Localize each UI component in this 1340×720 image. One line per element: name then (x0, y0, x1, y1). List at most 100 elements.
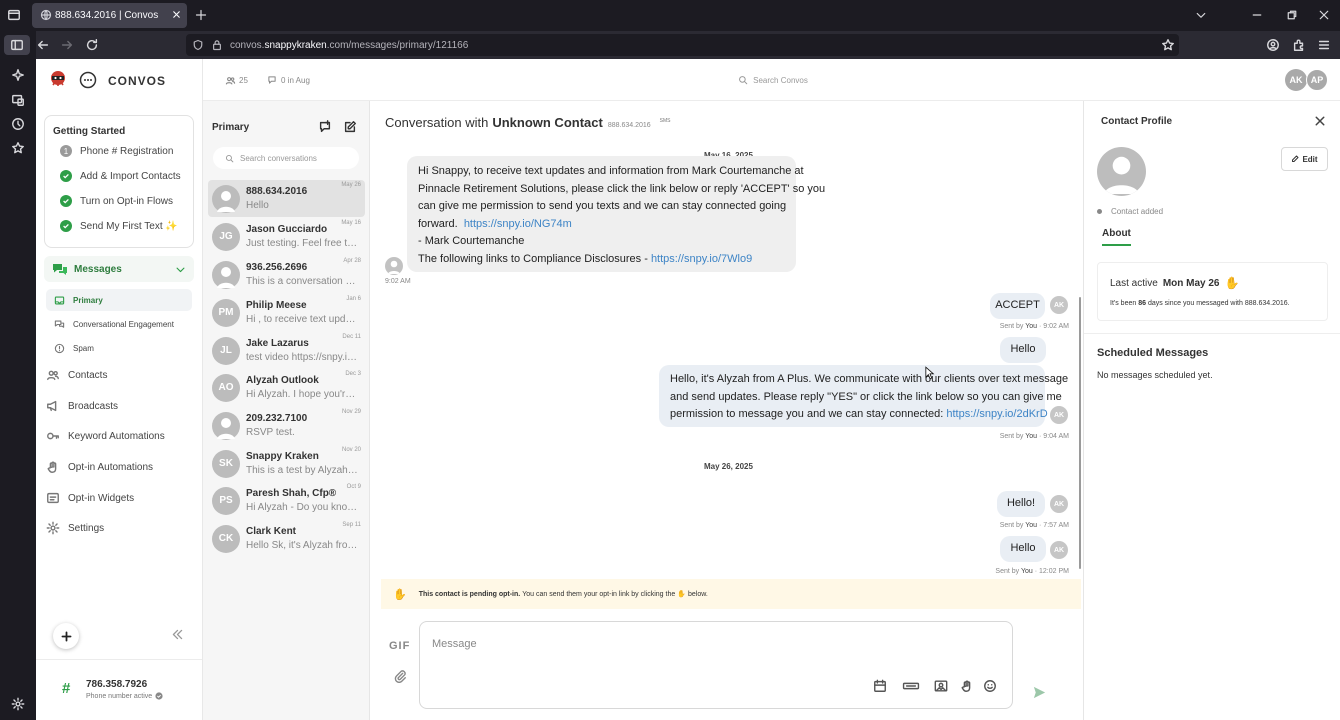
users-icon (225, 77, 236, 85)
chevron-down-icon[interactable] (175, 264, 186, 275)
nav-optin-automations[interactable]: Opt-in Automations (46, 456, 196, 478)
edit-contact-button[interactable]: Edit (1281, 147, 1328, 171)
contact-initials-avatar: PM (212, 298, 240, 327)
optin-hand-icon[interactable] (960, 679, 974, 693)
media-image-icon[interactable] (934, 679, 948, 693)
step-number: 1 (60, 145, 72, 157)
conversation-list: Primary Search conversations 888.634.201… (203, 101, 370, 720)
alert-circle-icon (54, 343, 65, 353)
phone-status-text: Phone number active (86, 692, 153, 700)
maximize-icon[interactable] (1286, 9, 1298, 21)
reload-icon[interactable] (85, 38, 99, 52)
account-icon[interactable] (1266, 38, 1280, 52)
sidebar-toggle-icon[interactable] (4, 35, 30, 55)
conversation-item[interactable]: 936.256.2696 This is a conversation wit..… (208, 256, 365, 293)
app-menu-icon[interactable] (1317, 38, 1331, 52)
nav-broadcasts[interactable]: Broadcasts (46, 395, 196, 417)
conversation-date: Sep 11 (342, 522, 361, 528)
emoji-icon[interactable] (983, 679, 997, 693)
conversation-item[interactable]: JG Jason Gucciardo Just testing. Feel free… (208, 218, 365, 255)
address-bar[interactable]: convos.snappykraken.com/messages/primary… (186, 34, 1179, 56)
history-icon[interactable] (11, 117, 25, 131)
phone-number-panel[interactable]: # 786.358.7926 Phone number active (36, 659, 202, 720)
nav-label: Conversational Engagement (73, 319, 174, 329)
back-arrow-icon[interactable] (36, 38, 50, 52)
nav-primary[interactable]: Primary (46, 289, 192, 311)
sent-by-label: Sent by (995, 568, 1020, 575)
send-button[interactable] (1032, 685, 1047, 700)
extensions-icon[interactable] (1292, 38, 1306, 52)
nav-contacts[interactable]: Contacts (46, 364, 196, 386)
ai-sparkle-icon[interactable] (11, 68, 25, 82)
schedule-calendar-icon[interactable] (873, 679, 887, 693)
conversation-item[interactable]: PM Philip Meese Hi , to receive text updat… (208, 294, 365, 331)
close-window-icon[interactable] (1318, 9, 1330, 21)
tab-list-icon[interactable] (7, 8, 21, 22)
gif-button[interactable]: GIF (389, 640, 410, 652)
message-link[interactable]: https://snpy.io/NG74m (464, 218, 572, 230)
conversation-item[interactable]: 888.634.2016 Hello May 26 (208, 180, 365, 217)
nav-keyword-automations[interactable]: Keyword Automations (46, 425, 196, 447)
nav-conversational-engagement[interactable]: Conversational Engagement (54, 313, 204, 335)
attach-paperclip-icon[interactable] (393, 669, 407, 683)
conversation-item[interactable]: SK Snappy Kraken This is a test by Alyzah.… (208, 445, 365, 482)
bookmark-star-icon[interactable] (1161, 38, 1175, 52)
gs-item-optin-flows[interactable]: Turn on Opt-in Flows (60, 190, 173, 212)
synced-tabs-icon[interactable] (11, 93, 25, 107)
close-profile-icon[interactable] (1314, 115, 1326, 127)
gs-item-first-text[interactable]: Send My First Text ✨ (60, 215, 178, 237)
msg-line: Hi Snappy, to receive text updates and i… (418, 165, 804, 177)
tab-overflow-chevron-icon[interactable] (1195, 9, 1207, 21)
nav-messages[interactable]: Messages (44, 256, 194, 282)
global-search[interactable]: Search Convos (633, 69, 913, 91)
conversation-search[interactable]: Search conversations (213, 147, 359, 169)
customize-sidebar-gear-icon[interactable] (11, 697, 25, 711)
close-tab-icon[interactable] (171, 9, 182, 20)
user-avatar-ap[interactable]: AP (1306, 69, 1328, 91)
collapse-nav-icon[interactable] (171, 628, 184, 641)
chat-scrollbar[interactable] (1079, 297, 1081, 569)
minimize-icon[interactable] (1251, 9, 1263, 21)
new-tab-icon[interactable] (195, 9, 207, 21)
nav-settings[interactable]: Settings (46, 517, 196, 539)
bookmarks-star-icon[interactable] (11, 141, 25, 155)
conversation-preview: test video https://snpy.io/... (246, 352, 358, 363)
browser-tab-bar: 888.634.2016 | Convos (0, 0, 1340, 31)
conversation-item[interactable]: 209.232.7100 RSVP test. Nov 29 (208, 407, 365, 444)
tracking-shield-icon[interactable] (192, 39, 204, 51)
nav-spam[interactable]: Spam (54, 337, 204, 359)
conversation-item[interactable]: PS Paresh Shah, Cfp® Hi Alyzah - Do you kn… (208, 482, 365, 519)
link-shortener-icon[interactable] (902, 679, 920, 693)
brand-logo-icon[interactable] (48, 69, 68, 89)
tab-about[interactable]: About (1102, 228, 1131, 246)
conversation-preview: This is a test by Alyzah. Pl... (246, 465, 358, 476)
contacts-count[interactable]: 25 (225, 75, 248, 86)
lock-icon[interactable] (211, 39, 223, 51)
msg-line: forward. https://snpy.io/NG74m (418, 216, 796, 234)
user-avatar-ak[interactable]: AK (1285, 69, 1307, 91)
sent-by-label: Sent by (999, 433, 1024, 440)
new-group-icon[interactable] (318, 120, 332, 134)
conversation-item[interactable]: JL Jake Lazarus test video https://snpy.io… (208, 332, 365, 369)
messages-count[interactable]: 0 in Aug (267, 75, 310, 85)
app-left-nav: CONVOS Getting Started 1 Phone # Registra… (36, 59, 203, 720)
message-link[interactable]: https://snpy.io/2dKrD (946, 408, 1047, 420)
contact-profile-panel: Contact Profile Edit Contact added About… (1083, 101, 1340, 720)
browser-tab[interactable]: 888.634.2016 | Convos (32, 3, 187, 28)
gs-item-add-contacts[interactable]: Add & Import Contacts (60, 165, 181, 187)
wave-icon: ✋ (1224, 276, 1240, 290)
widget-icon (47, 492, 59, 504)
compose-plus-button[interactable] (53, 623, 79, 649)
conversation-item[interactable]: CK Clark Kent Hello Sk, it's Alyzah from .… (208, 520, 365, 557)
conversation-item[interactable]: AO Alyzah Outlook Hi Alyzah. I hope you're… (208, 369, 365, 406)
conversation-name: 936.256.2696 (246, 262, 308, 273)
contact-name[interactable]: Unknown Contact (492, 115, 603, 130)
msg-line: Pinnacle Retirement Solutions, please cl… (418, 182, 826, 195)
forward-arrow-icon[interactable] (60, 38, 74, 52)
nav-optin-widgets[interactable]: Opt-in Widgets (46, 487, 196, 509)
gs-item-phone-registration[interactable]: 1 Phone # Registration (60, 140, 173, 162)
message-composer[interactable]: Message (419, 621, 1013, 709)
compose-icon[interactable] (343, 120, 357, 134)
incoming-message-bubble: Hi Snappy, to receive text updates and i… (407, 156, 826, 272)
message-link[interactable]: https://snpy.io/7Wlo9 (651, 253, 752, 265)
